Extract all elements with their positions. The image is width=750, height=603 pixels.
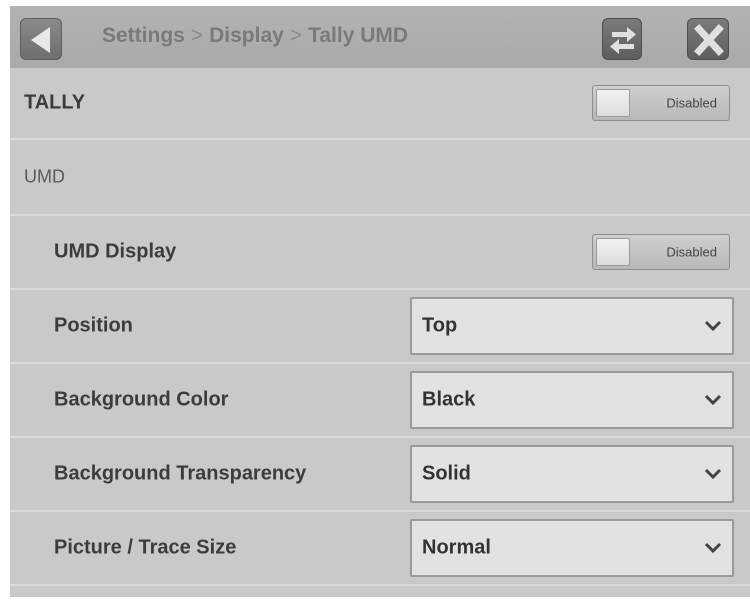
close-button[interactable] bbox=[687, 18, 729, 60]
close-x-icon bbox=[694, 24, 724, 56]
breadcrumb-settings[interactable]: Settings bbox=[102, 24, 185, 48]
settings-panel: Settings > Display > Tally UMD TALLY Dis… bbox=[10, 6, 750, 597]
breadcrumb-separator: > bbox=[289, 24, 303, 47]
background-transparency-value: Solid bbox=[422, 462, 471, 485]
picture-trace-size-row: Picture / Trace Size Normal bbox=[10, 512, 750, 586]
swap-button[interactable] bbox=[602, 18, 642, 60]
position-row: Position Top bbox=[10, 290, 750, 364]
breadcrumb: Settings > Display > Tally UMD bbox=[102, 24, 408, 48]
background-color-row: Background Color Black bbox=[10, 364, 750, 438]
chevron-down-icon bbox=[704, 320, 722, 332]
umd-section-label: UMD bbox=[24, 166, 65, 187]
umd-display-toggle[interactable]: Disabled bbox=[592, 234, 730, 270]
umd-display-label: UMD Display bbox=[54, 240, 177, 263]
background-color-label: Background Color bbox=[54, 388, 229, 411]
umd-display-row: UMD Display Disabled bbox=[10, 216, 750, 290]
position-label: Position bbox=[54, 314, 133, 337]
background-color-value: Black bbox=[422, 388, 476, 411]
position-value: Top bbox=[422, 314, 458, 337]
picture-trace-size-value: Normal bbox=[422, 536, 491, 559]
tally-label: TALLY bbox=[24, 91, 86, 114]
tally-row: TALLY Disabled bbox=[10, 68, 750, 140]
picture-trace-size-select[interactable]: Normal bbox=[410, 519, 734, 577]
umd-section-row: UMD bbox=[10, 140, 750, 216]
background-transparency-label: Background Transparency bbox=[54, 462, 307, 485]
tally-toggle[interactable]: Disabled bbox=[592, 85, 730, 121]
background-color-select[interactable]: Black bbox=[410, 371, 734, 429]
header-bar: Settings > Display > Tally UMD bbox=[10, 6, 750, 68]
chevron-down-icon bbox=[704, 394, 722, 406]
back-arrow-icon bbox=[31, 27, 50, 53]
background-transparency-row: Background Transparency Solid bbox=[10, 438, 750, 512]
chevron-down-icon bbox=[704, 542, 722, 554]
position-select[interactable]: Top bbox=[410, 297, 734, 355]
chevron-down-icon bbox=[704, 468, 722, 480]
toggle-knob bbox=[596, 238, 630, 266]
toggle-state: Disabled bbox=[666, 95, 717, 111]
toggle-state: Disabled bbox=[666, 244, 717, 260]
breadcrumb-display[interactable]: Display bbox=[209, 24, 284, 48]
background-transparency-select[interactable]: Solid bbox=[410, 445, 734, 503]
toggle-knob bbox=[596, 89, 630, 117]
breadcrumb-tally-umd: Tally UMD bbox=[308, 24, 409, 47]
picture-trace-size-label: Picture / Trace Size bbox=[54, 536, 237, 559]
breadcrumb-separator: > bbox=[190, 24, 204, 47]
swap-arrows-icon bbox=[610, 27, 636, 54]
back-button[interactable] bbox=[20, 18, 62, 60]
